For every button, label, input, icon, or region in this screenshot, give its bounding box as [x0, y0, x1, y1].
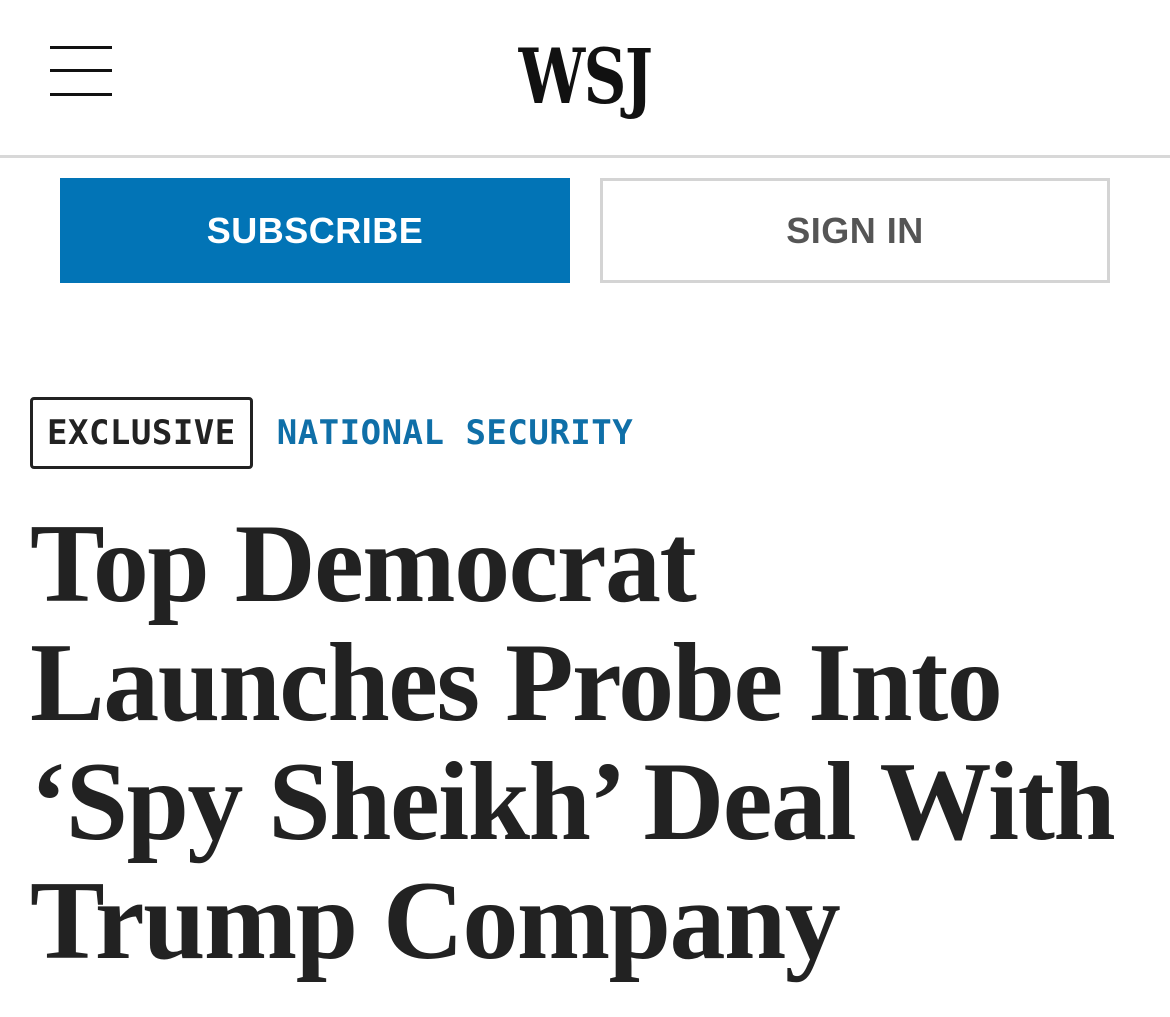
menu-bar: [50, 69, 112, 72]
section-link[interactable]: NATIONAL SECURITY: [277, 413, 634, 453]
article-headline: Top Democrat Launches Probe Into ‘Spy Sh…: [30, 502, 1116, 983]
subscribe-button[interactable]: SUBSCRIBE: [60, 178, 570, 283]
menu-bar: [50, 46, 112, 49]
wsj-logo[interactable]: WSJ: [129, 32, 1042, 122]
article-tags: EXCLUSIVE NATIONAL SECURITY: [30, 397, 633, 469]
menu-bar: [50, 93, 112, 96]
site-header: WSJ: [0, 0, 1170, 158]
sign-in-button[interactable]: SIGN IN: [600, 178, 1110, 283]
hamburger-menu-icon[interactable]: [50, 46, 112, 98]
exclusive-badge: EXCLUSIVE: [30, 397, 253, 469]
